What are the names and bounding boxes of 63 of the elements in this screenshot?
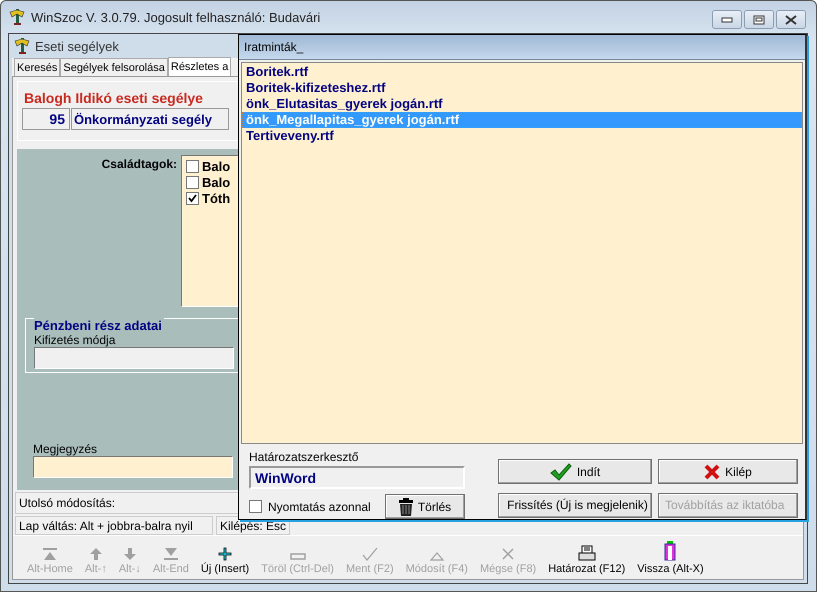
checkbox-label: Nyomtatás azonnal xyxy=(268,500,371,514)
app-icon xyxy=(14,37,30,55)
member-name: Balo xyxy=(202,174,230,190)
note-field[interactable] xyxy=(33,456,233,478)
refresh-button[interactable]: Frissítés (Új is megjelenik) xyxy=(498,492,652,518)
member-name: Balo xyxy=(202,158,230,174)
checkbox[interactable] xyxy=(249,500,262,513)
triangle-icon xyxy=(428,551,445,561)
number-field[interactable]: 95 xyxy=(22,108,70,130)
printer-icon xyxy=(578,545,596,561)
dialog-title: Iratminták_ xyxy=(239,35,805,60)
family-member[interactable]: Balo xyxy=(186,174,230,190)
door-icon xyxy=(663,541,678,561)
toolbar-button[interactable]: Vissza (Alt-X) xyxy=(631,541,710,575)
family-member[interactable]: Balo xyxy=(186,158,230,174)
start-button[interactable]: Indít xyxy=(498,459,652,484)
status-hint: Lap váltás: Alt + jobbra-balra nyil xyxy=(15,516,213,535)
trash-button[interactable]: Törlés xyxy=(385,494,465,519)
close-icon xyxy=(784,14,798,24)
toolbar-button[interactable]: Új (Insert) xyxy=(194,541,256,575)
tab[interactable]: Részletes a xyxy=(168,57,232,76)
minus-icon xyxy=(290,553,306,561)
close-icon xyxy=(704,464,720,480)
arrow-up-icon xyxy=(88,547,103,561)
payment-method-label: Kifizetés módja xyxy=(34,333,116,347)
note-label: Megjegyzés xyxy=(33,442,98,456)
minimize-button[interactable] xyxy=(712,10,742,29)
trash-icon xyxy=(398,498,413,516)
minimize-icon xyxy=(721,16,733,22)
window-title: WinSzoc V. 3.0.79. Jogosult felhasználó: Budavári xyxy=(31,10,320,24)
check-icon xyxy=(550,462,572,480)
maximize-button[interactable] xyxy=(744,10,774,29)
app-icon xyxy=(9,8,25,26)
file-list-item[interactable]: Tertiveveny.rtf xyxy=(242,128,802,144)
tab[interactable]: Keresés xyxy=(14,58,60,76)
file-list-item[interactable]: önk_Elutasitas_gyerek jogán.rtf xyxy=(242,96,802,112)
type-field[interactable]: Önkormányzati segély xyxy=(71,108,229,130)
child-window-title: Eseti segélyek xyxy=(35,38,119,54)
last-record-icon xyxy=(162,547,179,561)
checkbox[interactable] xyxy=(186,160,199,172)
print-checkbox[interactable]: Nyomtatás azonnal xyxy=(249,500,371,514)
file-list-item[interactable]: Boritek-kifizeteshez.rtf xyxy=(242,80,802,96)
toolbar-button[interactable]: Határozat (F12) xyxy=(542,541,632,575)
editor-label: Határozatszerkesztő xyxy=(249,450,360,464)
payment-method-field[interactable] xyxy=(34,347,234,369)
family-label: Családtagok: xyxy=(100,156,177,173)
check-icon xyxy=(362,547,378,561)
group-title: Pénzbeni rész adatai xyxy=(34,318,164,333)
maximize-icon xyxy=(753,14,765,24)
checkbox[interactable] xyxy=(186,176,199,188)
first-record-icon xyxy=(42,547,58,561)
record-title: Balogh Ildikó eseti segélye xyxy=(23,89,203,108)
exit-button[interactable]: Kilép xyxy=(658,459,798,484)
editor-field[interactable]: WinWord xyxy=(249,466,465,489)
close-button[interactable] xyxy=(776,10,806,29)
plus-icon xyxy=(218,547,232,561)
tab[interactable]: Segélyek felsorolása xyxy=(60,58,168,76)
cross-icon xyxy=(501,547,516,561)
arrow-down-icon xyxy=(122,547,137,561)
file-list-item[interactable]: Boritek.rtf xyxy=(242,64,802,80)
checkbox[interactable] xyxy=(186,192,199,204)
family-member[interactable]: Tóth xyxy=(186,190,230,206)
member-name: Tóth xyxy=(202,190,230,206)
